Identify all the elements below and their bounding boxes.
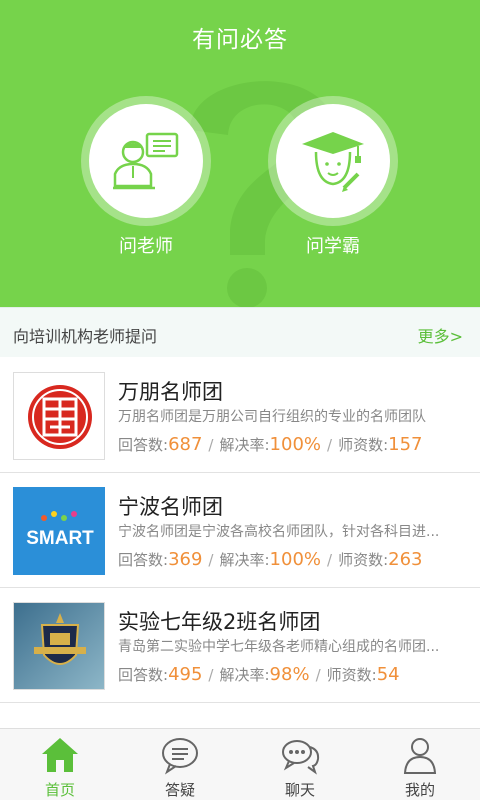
- page-title: 有问必答: [192, 27, 288, 53]
- teachers-label: 师资数:: [338, 551, 389, 569]
- smart-logo: SMART: [13, 487, 105, 575]
- nav-label: 我的: [404, 781, 435, 799]
- nav-item-mine[interactable]: 我的: [360, 729, 480, 800]
- teachers-label: 师资数:: [338, 436, 389, 454]
- school-crest-logo: [13, 602, 105, 690]
- wanpeng-logo: [13, 372, 105, 460]
- teachers-label: 师资数:: [326, 666, 377, 684]
- home-icon: [42, 738, 78, 772]
- group-name: 万朋名师团: [118, 380, 223, 404]
- ask-teacher-label: 问老师: [119, 236, 173, 257]
- ask-top-student-button[interactable]: 问学霸: [268, 96, 398, 276]
- ask-student-disc: [276, 104, 390, 218]
- group-name: 宁波名师团: [118, 495, 223, 519]
- nav-label: 聊天: [284, 781, 315, 799]
- group-description: 万朋名师团是万朋公司自行组织的专业的名师团队: [118, 409, 426, 425]
- stat-separator: /: [315, 666, 321, 684]
- bottom-navigation: 首页 答疑 聊天 我的: [0, 728, 480, 800]
- section-title: 向培训机构老师提问: [13, 327, 158, 346]
- student-icon: [302, 132, 364, 192]
- stat-separator: /: [327, 551, 333, 569]
- list-item[interactable]: 万朋名师团 万朋名师团是万朋公司自行组织的专业的名师团队 回答数:687 / 解决率…: [0, 358, 480, 473]
- teachers-count: 157: [388, 434, 423, 455]
- answers-label: 回答数:: [118, 436, 169, 454]
- smart-logo-graphic: SMART: [14, 488, 104, 574]
- answers-label: 回答数:: [118, 551, 169, 569]
- answers-count: 369: [168, 549, 203, 570]
- answers-count: 495: [168, 664, 203, 685]
- nav-label: 首页: [44, 781, 75, 799]
- chat-bubble-icon: [162, 738, 198, 775]
- crest-graphic: [14, 603, 104, 689]
- list-item[interactable]: SMART 宁波名师团 宁波名师团是宁波各高校名师团队，针对各科目进... 回答…: [0, 473, 480, 588]
- nav-item-qa[interactable]: 答疑: [120, 729, 240, 800]
- stat-separator: /: [208, 436, 214, 454]
- smart-logo-text: SMART: [26, 528, 94, 549]
- solve-rate-label: 解决率:: [219, 666, 270, 684]
- more-link[interactable]: 更多>: [418, 323, 463, 347]
- solve-rate-value: 98%: [269, 664, 310, 685]
- group-description: 青岛第二实验中学七年级各老师精心组成的名师团...: [118, 639, 440, 655]
- answers-count: 687: [168, 434, 203, 455]
- teachers-count: 54: [376, 664, 400, 685]
- group-name: 实验七年级2班名师团: [118, 610, 321, 634]
- stat-separator: /: [208, 551, 214, 569]
- person-icon: [403, 738, 437, 774]
- ask-teacher-disc: [89, 104, 203, 218]
- stat-separator: /: [327, 436, 333, 454]
- ask-student-label: 问学霸: [306, 236, 360, 257]
- nav-label: 答疑: [164, 781, 195, 799]
- solve-rate-label: 解决率:: [219, 436, 270, 454]
- list-item[interactable]: 实验七年级2班名师团 青岛第二实验中学七年级各老师精心组成的名师团... 回答数…: [0, 588, 480, 703]
- app-screen: 有问必答 问老师 问学霸 向培训机构老师提问 更多> 万朋名师团 万朋名师团是万…: [0, 0, 480, 800]
- group-stats: 回答数:495 / 解决率:98% / 师资数:54: [118, 664, 400, 685]
- answers-label: 回答数:: [118, 666, 169, 684]
- nav-item-chat[interactable]: 聊天: [240, 729, 360, 800]
- solve-rate-label: 解决率:: [219, 551, 270, 569]
- wanpeng-seal-logo: [14, 373, 104, 459]
- ask-teacher-button[interactable]: 问老师: [81, 96, 211, 276]
- teacher-icon: [113, 132, 179, 190]
- section-header: 向培训机构老师提问 更多>: [0, 307, 480, 357]
- solve-rate-value: 100%: [269, 549, 322, 570]
- teachers-count: 263: [388, 549, 423, 570]
- group-stats: 回答数:687 / 解决率:100% / 师资数:157: [118, 434, 423, 455]
- group-stats: 回答数:369 / 解决率:100% / 师资数:263: [118, 549, 423, 570]
- hero-header: 有问必答 问老师 问学霸: [0, 0, 480, 307]
- group-description: 宁波名师团是宁波各高校名师团队，针对各科目进...: [118, 524, 440, 540]
- chat-dots-icon: [282, 740, 320, 775]
- solve-rate-value: 100%: [269, 434, 322, 455]
- teacher-group-list: 万朋名师团 万朋名师团是万朋公司自行组织的专业的名师团队 回答数:687/解决率…: [0, 358, 480, 703]
- nav-item-home[interactable]: 首页: [0, 729, 120, 800]
- stat-separator: /: [208, 666, 214, 684]
